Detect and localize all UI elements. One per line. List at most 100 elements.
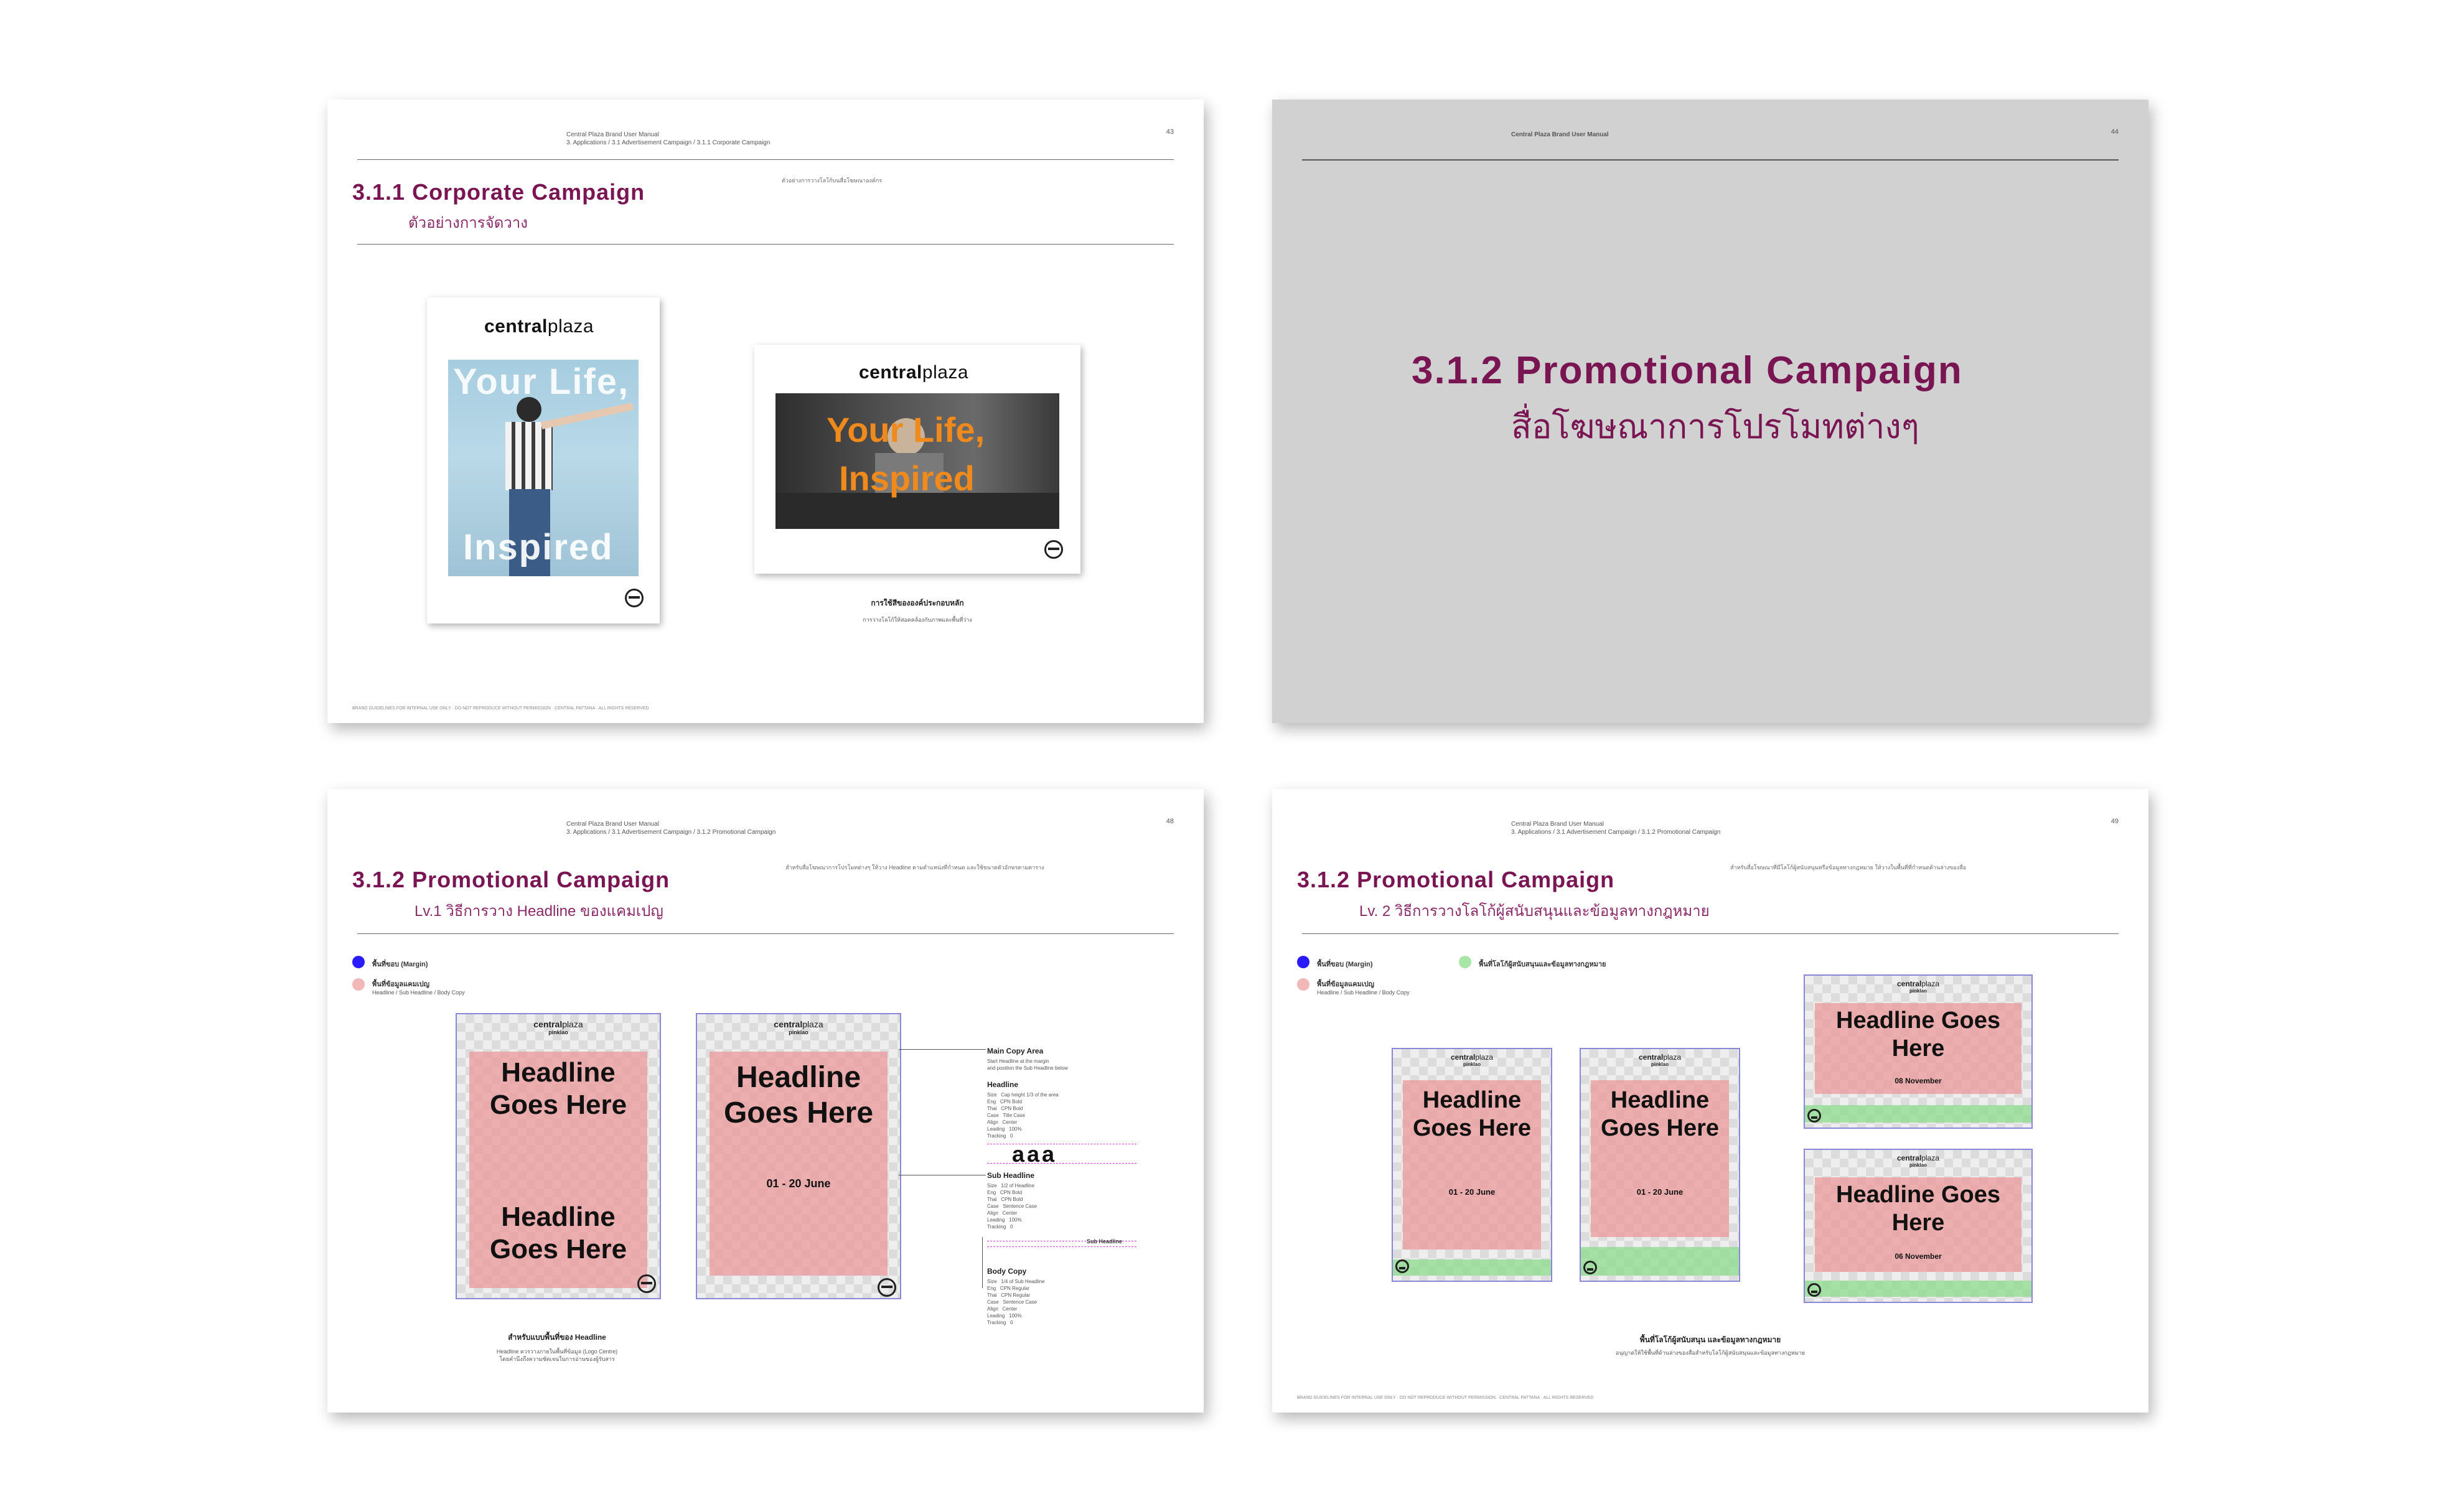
landscape-headline-bottom: Inspired [839, 459, 975, 498]
headline-top: Headline Goes Here [489, 1057, 627, 1120]
breadcrumb: Central Plaza Brand User Manual 3. Appli… [566, 131, 770, 147]
page-title: 3.1.2 Promotional Campaign [352, 867, 670, 892]
spec-body-text: Size 1/4 of Sub Headline Eng CPN Regular… [987, 1279, 1045, 1325]
date-line: 01 - 20 June [1636, 1187, 1684, 1197]
caption-title: พื้นที่โลโก้ผู้สนับสนุน และข้อมูลทางกฎหม… [1639, 1335, 1781, 1344]
page-number: 49 [2110, 818, 2119, 825]
layout-grid-single-headline: centralplaza pinklao Headline Goes Here 0… [696, 1013, 901, 1299]
brand-seal-icon [1583, 1261, 1597, 1274]
legend-margin-label: พื้นที่ขอบ (Margin) [1317, 961, 1373, 968]
title-rule [357, 244, 1174, 245]
section-title: 3.1.2 Promotional Campaign [1412, 349, 1963, 392]
layout-grid-landscape-d: centralplaza pinklao Headline Goes Here 0… [1804, 1149, 2033, 1303]
legend-margin-swatch [1297, 956, 1309, 968]
legend-info-swatch [352, 978, 365, 991]
grid-logo: centralplaza pinklao [697, 1019, 900, 1035]
page-48: Central Plaza Brand User Manual 3. Appli… [327, 789, 1204, 1413]
breadcrumb: Central Plaza Brand User Manual 3. Appli… [1511, 820, 1720, 836]
brand-seal-icon [1395, 1259, 1409, 1273]
legend-info-swatch [1297, 978, 1309, 991]
brand-seal-icon [1807, 1283, 1821, 1297]
brand-seal-icon [637, 1274, 656, 1293]
sponsor-area [1805, 1105, 2031, 1123]
grid-logo: centralplaza pinklao [1581, 1053, 1739, 1067]
breadcrumb-path: 3. Applications / 3.1 Advertisement Camp… [1511, 829, 1721, 836]
header-rule [1302, 159, 2119, 161]
header-rule [357, 159, 1174, 160]
spec-sample-text: aaa [1012, 1141, 1057, 1167]
caption-title: การใช้สีขององค์ประกอบหลัก [871, 599, 964, 607]
layout-grid-landscape-c: centralplaza pinklao Headline Goes Here 0… [1804, 974, 2033, 1129]
headline: Headline Goes Here [1836, 1182, 2000, 1236]
logo-light: plaza [922, 362, 969, 383]
logo-light: plaza [1475, 1053, 1494, 1062]
brand-seal-icon [625, 589, 644, 607]
breadcrumb-manual: Central Plaza Brand User Manual [566, 131, 659, 138]
logo-bold: central [1638, 1053, 1664, 1062]
spec-main-text: Start Headline at the margin and positio… [987, 1058, 1068, 1071]
legend-margin-swatch [352, 956, 365, 968]
date-line: 01 - 20 June [1448, 1187, 1496, 1197]
spec-sub-label: Sub Headline [1087, 1238, 1123, 1245]
date-line: 08 November [1895, 1077, 1942, 1085]
headline: Headline Goes Here [1600, 1087, 1720, 1141]
logo-bold: central [1450, 1053, 1476, 1062]
page-note: ตัวอย่างการวางโลโก้บนสื่อโฆษณาองค์กร [782, 177, 883, 184]
headline: Headline Goes Here [1836, 1007, 2000, 1062]
page-number: 48 [1166, 818, 1174, 825]
figure-arm [540, 402, 634, 429]
spec-headline-title: Headline [987, 1080, 1019, 1089]
logo-light: plaza [1921, 1154, 1940, 1162]
spec-body-title: Body Copy [987, 1267, 1027, 1276]
legend-info-label: พื้นที่ข้อมูลแคมเปญ [1317, 981, 1374, 988]
sponsor-area [1581, 1247, 1739, 1276]
grid-logo: centralplaza pinklao [457, 1019, 660, 1035]
logo-bold: central [533, 1019, 563, 1029]
breadcrumb: Central Plaza Brand User Manual [1511, 131, 1609, 138]
breadcrumb-path: 3. Applications / 3.1 Advertisement Camp… [566, 139, 771, 146]
logo-light: plaza [562, 1019, 583, 1029]
spec-sub-text: Size 1/2 of Headline Eng CPN Bold Thai C… [987, 1183, 1038, 1230]
logo-light: plaza [1921, 979, 1940, 988]
page-44-section-divider: Central Plaza Brand User Manual 44 3.1.2… [1272, 100, 2148, 723]
caption-title: สำหรับแบบพื้นที่ของ Headline [508, 1333, 606, 1342]
legend-info-sublabel: Headline / Sub Headline / Body Copy [372, 989, 465, 996]
sponsor-area [1393, 1259, 1551, 1276]
page-number: 44 [2110, 128, 2119, 136]
date-line: 01 - 20 June [766, 1177, 831, 1190]
figure-shirt [505, 422, 553, 490]
breadcrumb: Central Plaza Brand User Manual 3. Appli… [566, 820, 775, 836]
headline: Headline Goes Here [723, 1061, 874, 1129]
logo-bold: central [859, 362, 922, 383]
logo-bold: central [1896, 1154, 1922, 1162]
legend-info-label: พื้นที่ข้อมูลแคมเปญ [372, 981, 429, 988]
footer-disclaimer: BRAND GUIDELINES FOR INTERNAL USE ONLY ·… [352, 706, 649, 711]
landscape-logo: centralplaza [859, 362, 968, 383]
grid-logo: centralplaza pinklao [1805, 1154, 2031, 1168]
headline: Headline Goes Here [1412, 1087, 1532, 1141]
breadcrumb-manual: Central Plaza Brand User Manual [566, 821, 659, 828]
legend-margin-label: พื้นที่ขอบ (Margin) [372, 961, 428, 968]
breadcrumb-path: 3. Applications / 3.1 Advertisement Camp… [566, 829, 776, 836]
spec-sub-title: Sub Headline [987, 1171, 1035, 1180]
page-title: 3.1.2 Promotional Campaign [1297, 867, 1615, 892]
page-subtitle: Lv.1 วิธีการวาง Headline ของแคมเปญ [415, 903, 663, 920]
spec-sample-guides [987, 1144, 1136, 1164]
layout-grid-portrait-a: centralplaza pinklao Headline Goes Here 0… [1392, 1048, 1552, 1282]
title-rule [1302, 933, 2119, 934]
page-note: สำหรับสื่อโฆษณาการโปรโมทต่างๆ ให้วาง Hea… [785, 864, 1044, 871]
spec-main-title: Main Copy Area [987, 1047, 1044, 1055]
poster-headline-top: Your Life, [453, 362, 630, 402]
caption-text: การวางโลโก้ให้สอดคล้องกับภาพและพื้นที่ว่… [863, 617, 972, 623]
sub-brand: pinklao [1463, 1062, 1481, 1067]
portrait-poster: centralplaza Your Life, Inspired [427, 297, 660, 624]
page-number: 43 [1166, 128, 1174, 136]
poster-headline-bottom: Inspired [463, 527, 614, 568]
page-subtitle: Lv. 2 วิธีการวางโลโก้ผู้สนับสนุนและข้อมู… [1359, 903, 1710, 920]
layout-grid-portrait-b: centralplaza pinklao Headline Goes Here 0… [1580, 1048, 1740, 1282]
logo-bold: central [774, 1019, 803, 1029]
caption-text: Headline ควรวางภายในพื้นที่ข้อมูล (Logo … [496, 1348, 618, 1362]
breadcrumb-manual: Central Plaza Brand User Manual [1511, 821, 1604, 828]
sponsor-area [1805, 1281, 2031, 1297]
brand-seal-icon [1807, 1109, 1821, 1123]
